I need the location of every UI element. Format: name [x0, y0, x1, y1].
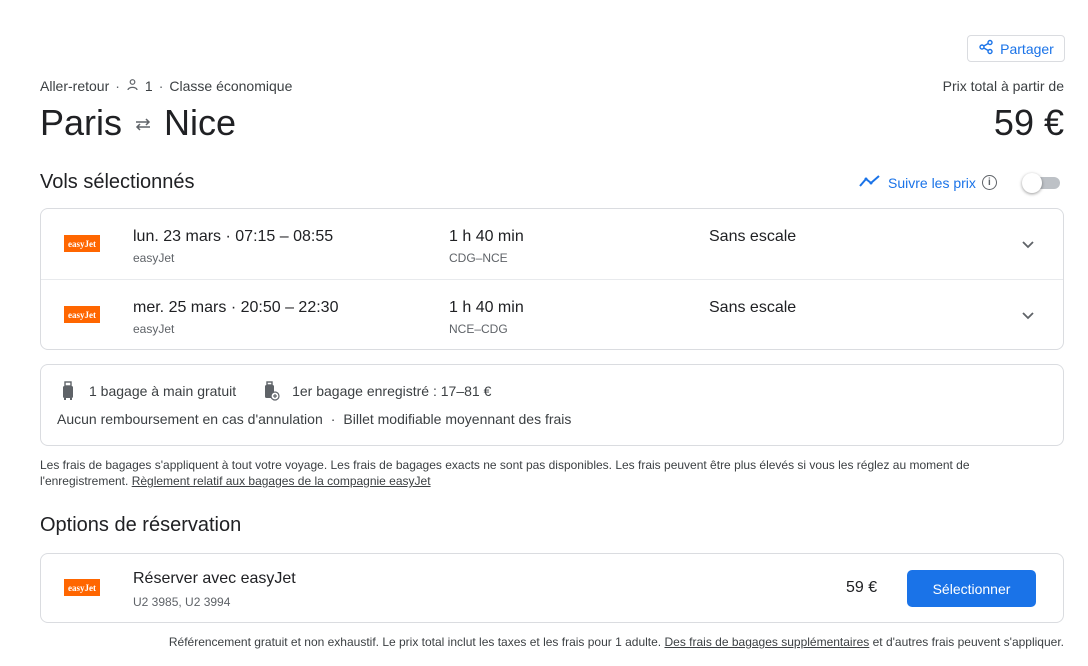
separator-dot: ·	[225, 228, 236, 245]
booking-price: 59 €	[846, 579, 878, 596]
flight-stops: Sans escale	[709, 299, 797, 316]
passenger-count: 1	[144, 78, 153, 94]
share-label: Partager	[1000, 40, 1054, 57]
cabin-class: Classe économique	[169, 78, 293, 94]
flight-airline: easyJet	[133, 322, 175, 336]
footer-text-end: et d'autres frais peuvent s'appliquer.	[872, 635, 1064, 649]
flight-airports: NCE–CDG	[449, 322, 508, 336]
booking-option-card: easyJet Réserver avec easyJet U2 3985, U…	[40, 553, 1064, 623]
origin-city: Paris	[40, 102, 123, 143]
checked-bag-icon	[262, 381, 280, 401]
separator-dot: ·	[115, 78, 120, 94]
trip-summary: Aller-retour · 1 · Classe économique	[40, 78, 292, 94]
baggage-fee-note: Les frais de bagages s'appliquent à tout…	[40, 457, 1040, 489]
flight-date-time: lun. 23 mars · 07:15 – 08:55	[133, 228, 333, 246]
extra-fees-link[interactable]: Des frais de bagages supplémentaires	[664, 635, 869, 649]
flight-date: mer. 25 mars	[133, 299, 227, 316]
toggle-knob	[1022, 173, 1042, 193]
selected-flights-heading: Vols sélectionnés	[40, 171, 195, 193]
baggage-allowance: 1 bagage à main gratuit 1er bagage enreg…	[59, 381, 491, 401]
flight-date-time: mer. 25 mars · 20:50 – 22:30	[133, 299, 338, 317]
booking-options-heading: Options de réservation	[40, 514, 242, 536]
separator-dot: ·	[230, 299, 241, 316]
booking-flight-numbers: U2 3985, U2 3994	[133, 595, 231, 609]
separator-dot: ·	[158, 78, 164, 94]
chevron-down-icon[interactable]	[1019, 306, 1037, 324]
trip-type: Aller-retour	[40, 78, 110, 94]
baggage-card: 1 bagage à main gratuit 1er bagage enreg…	[40, 364, 1064, 446]
round-trip-arrows-icon	[132, 101, 154, 145]
price-total: 59 €	[993, 102, 1064, 143]
route-title: Paris Nice	[40, 101, 236, 145]
share-button[interactable]: Partager	[967, 35, 1065, 62]
flight-stops: Sans escale	[709, 228, 797, 245]
select-button[interactable]: Sélectionner	[907, 570, 1036, 607]
change-policy: Billet modifiable moyennant des frais	[343, 411, 572, 427]
easyjet-logo: easyJet	[64, 579, 100, 596]
fare-conditions: Aucun remboursement en cas d'annulation …	[57, 411, 571, 427]
carry-on-text: 1 bagage à main gratuit	[89, 383, 237, 399]
flight-duration: 1 h 40 min	[449, 299, 524, 316]
separator-dot: ·	[330, 411, 336, 427]
flight-duration: 1 h 40 min	[449, 228, 524, 245]
refund-policy: Aucun remboursement en cas d'annulation	[57, 411, 323, 427]
trend-chart-icon	[858, 173, 882, 192]
flight-times: 20:50 – 22:30	[240, 299, 339, 316]
baggage-policy-link[interactable]: Règlement relatif aux bagages de la comp…	[132, 474, 431, 488]
flight-times: 07:15 – 08:55	[235, 228, 334, 245]
flight-airports: CDG–NCE	[449, 251, 508, 265]
track-prices-label: Suivre les prix	[888, 174, 976, 191]
flight-row[interactable]: easyJet lun. 23 mars · 07:15 – 08:55 eas…	[41, 209, 1063, 279]
checked-bag-text: 1er bagage enregistré : 17–81 €	[292, 383, 492, 399]
destination-city: Nice	[164, 102, 237, 143]
selected-flights-card: easyJet lun. 23 mars · 07:15 – 08:55 eas…	[40, 208, 1064, 350]
flight-date: lun. 23 mars	[133, 228, 222, 245]
track-prices-toggle[interactable]	[1022, 173, 1060, 193]
carry-on-bag-icon	[59, 381, 77, 401]
track-prices[interactable]: Suivre les prix i	[858, 173, 997, 192]
chevron-down-icon[interactable]	[1019, 235, 1037, 253]
footer-text: Référencement gratuit et non exhaustif. …	[168, 635, 662, 649]
flight-row[interactable]: easyJet mer. 25 mars · 20:50 – 22:30 eas…	[41, 279, 1063, 349]
flight-airline: easyJet	[133, 251, 175, 265]
price-label: Prix total à partir de	[942, 78, 1064, 94]
easyjet-logo: easyJet	[64, 235, 100, 252]
easyjet-logo: easyJet	[64, 306, 100, 323]
booking-provider: Réserver avec easyJet	[133, 570, 296, 587]
info-icon[interactable]: i	[981, 175, 997, 190]
share-icon	[978, 39, 994, 58]
footer-disclaimer: Référencement gratuit et non exhaustif. …	[169, 635, 1064, 649]
person-icon	[126, 78, 139, 94]
